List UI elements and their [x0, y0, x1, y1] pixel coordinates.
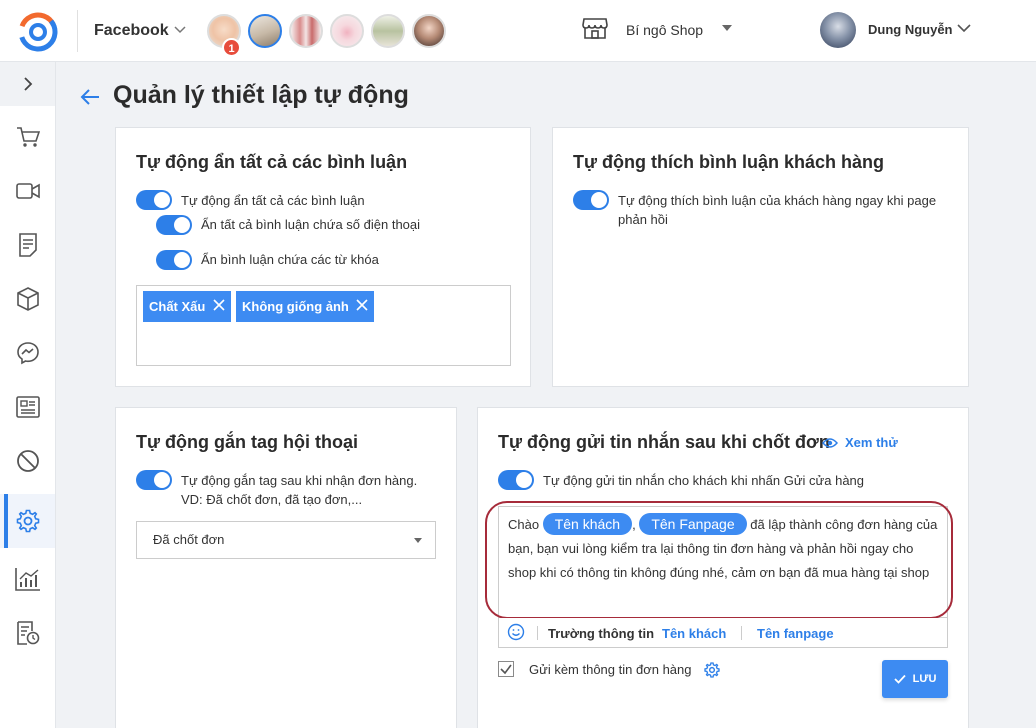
shop-icon: [582, 18, 608, 39]
tag-select-value: Đã chốt đơn: [153, 532, 225, 547]
eye-icon: [822, 437, 838, 448]
save-button-label: LƯU: [912, 673, 937, 685]
close-icon[interactable]: [213, 299, 225, 311]
toggle-auto-like[interactable]: [573, 190, 609, 210]
card-auto-hide-comments: Tự động ẩn tất cả các bình luận Tự động …: [115, 127, 531, 387]
page-avatar[interactable]: [248, 14, 282, 48]
caret-down-icon[interactable]: [722, 25, 732, 31]
ban-icon: [16, 450, 39, 472]
field-insert-bar: Trường thông tin Tên khách Tên fanpage: [498, 618, 948, 648]
fields-label: Trường thông tin: [548, 626, 655, 641]
card-title: Tự động thích bình luận khách hàng: [573, 152, 885, 172]
back-arrow-icon[interactable]: [80, 88, 100, 106]
sidebar-item-settings[interactable]: [0, 494, 55, 548]
toggle-hide-phone-comments[interactable]: [156, 215, 192, 235]
app-logo[interactable]: [18, 12, 58, 52]
insert-field-customer[interactable]: Tên khách: [662, 626, 726, 641]
card-auto-message: Tự động gửi tin nhắn sau khi chốt đơn Xe…: [477, 407, 969, 728]
top-bar: Facebook 1 Bí ngô Shop Dung Nguyễn: [0, 0, 1036, 62]
gear-icon[interactable]: [704, 662, 720, 678]
page-avatar-list: 1: [207, 14, 446, 57]
card-title: Tự động gắn tag hội thoại: [136, 432, 359, 452]
option-label: Tự động gửi tin nhắn cho khách khi nhấn …: [543, 473, 865, 488]
chevron-down-icon[interactable]: [957, 24, 971, 33]
option-label: Ẩn bình luận chứa các từ khóa: [201, 252, 379, 267]
attach-order-checkbox[interactable]: [498, 661, 514, 677]
sidebar-item-products[interactable]: [0, 272, 55, 326]
sidebar-item-reports[interactable]: [0, 552, 55, 606]
preview-link-label: Xem thử: [845, 435, 898, 450]
box-icon: [16, 287, 39, 311]
keyword-chip-label: Không giống ảnh: [242, 299, 349, 314]
user-avatar[interactable]: [820, 12, 856, 48]
toggle-hide-all-comments[interactable]: [136, 190, 172, 210]
toggle-hide-keyword-comments[interactable]: [156, 250, 192, 270]
divider: [537, 626, 538, 640]
page-avatar[interactable]: 1: [207, 14, 241, 57]
tag-select[interactable]: Đã chốt đơn: [136, 521, 436, 559]
history-icon: [16, 621, 39, 645]
platform-selector[interactable]: Facebook: [94, 22, 169, 40]
page-avatar[interactable]: [412, 14, 446, 48]
preview-link[interactable]: Xem thử: [822, 435, 898, 450]
check-icon: [893, 674, 906, 684]
divider: [741, 626, 742, 640]
sidebar-expand-button[interactable]: [0, 62, 55, 106]
close-icon[interactable]: [356, 299, 368, 311]
card-title: Tự động gửi tin nhắn sau khi chốt đơn: [498, 432, 830, 452]
option-label: Ẩn tất cả bình luận chứa số điện thoại: [201, 217, 421, 232]
sidebar-item-livestream[interactable]: [0, 164, 55, 218]
keyword-chip: Chất Xấu: [143, 291, 231, 322]
sidebar-item-blocked[interactable]: [0, 434, 55, 488]
chevron-right-icon: [23, 77, 32, 91]
option-label: Tự động ẩn tất cả các bình luận: [181, 193, 365, 208]
emoji-icon[interactable]: [507, 623, 525, 641]
cart-icon: [16, 127, 40, 147]
page-avatar[interactable]: [371, 14, 405, 48]
sidebar-item-orders[interactable]: [0, 110, 55, 164]
user-menu[interactable]: Dung Nguyễn: [868, 22, 953, 37]
topbar-divider: [77, 10, 78, 52]
main-content: Quản lý thiết lập tự động Tự động ẩn tất…: [56, 62, 1036, 728]
option-label: Tự động gắn tag sau khi nhận đơn hàng. V…: [181, 473, 418, 507]
keyword-chip-label: Chất Xấu: [149, 299, 206, 314]
chevron-down-icon[interactable]: [174, 26, 186, 34]
insert-field-fanpage[interactable]: Tên fanpage: [757, 626, 834, 641]
messenger-icon: [16, 342, 39, 365]
page-avatar[interactable]: [330, 14, 364, 48]
card-title: Tự động ẩn tất cả các bình luận: [136, 152, 408, 172]
toggle-auto-message[interactable]: [498, 470, 534, 490]
video-icon: [15, 183, 40, 199]
highlight-annotation: [485, 501, 953, 619]
sidebar-item-history[interactable]: [0, 606, 55, 660]
sidebar: [0, 62, 56, 728]
page-avatar[interactable]: [289, 14, 323, 48]
sidebar-item-messenger[interactable]: [0, 326, 55, 380]
document-icon: [18, 233, 37, 257]
bar-chart-icon: [14, 568, 40, 591]
save-button[interactable]: LƯU: [882, 660, 948, 698]
keyword-input[interactable]: Chất Xấu Không giống ảnh: [136, 285, 511, 366]
sidebar-item-customers[interactable]: [0, 380, 55, 434]
toggle-auto-tag[interactable]: [136, 470, 172, 490]
shop-selector[interactable]: Bí ngô Shop: [626, 22, 703, 38]
gear-icon: [16, 509, 39, 533]
option-label: Tự động thích bình luận của khách hàng n…: [618, 193, 937, 227]
keyword-chip: Không giống ảnh: [236, 291, 374, 322]
card-auto-like-comments: Tự động thích bình luận khách hàng Tự độ…: [552, 127, 969, 387]
attach-order-label: Gửi kèm thông tin đơn hàng: [529, 662, 692, 677]
caret-down-icon: [414, 538, 422, 543]
card-auto-tag-conversation: Tự động gắn tag hội thoại Tự động gắn ta…: [115, 407, 457, 728]
sidebar-item-posts[interactable]: [0, 218, 55, 272]
contact-card-icon: [15, 396, 40, 418]
check-icon: [500, 664, 512, 675]
page-title: Quản lý thiết lập tự động: [113, 81, 409, 109]
notification-badge: 1: [222, 38, 241, 57]
